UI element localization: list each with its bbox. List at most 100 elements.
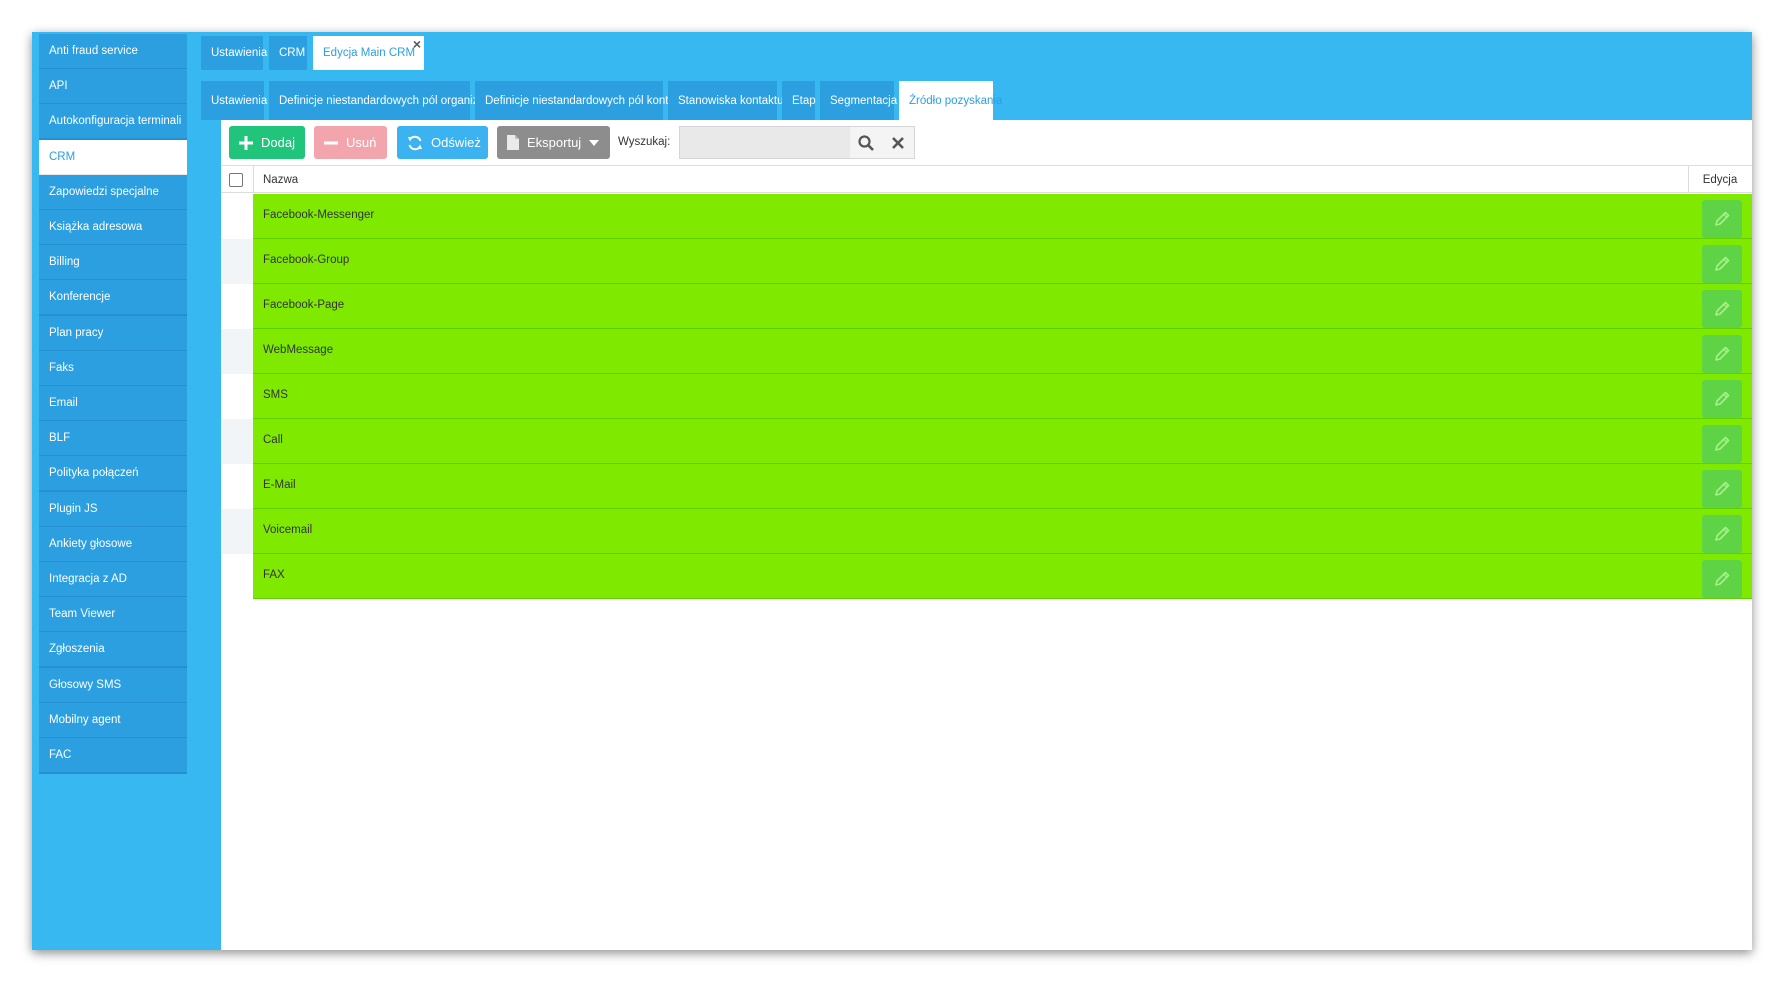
sidebar-item-billing[interactable]: Billing [39,245,187,282]
sub-tab-stanowiska-kontaktu[interactable]: Stanowiska kontaktu [668,81,783,120]
sidebar-item-label: Zapowiedzi specjalne [49,185,159,198]
table-row[interactable]: WebMessage [221,329,1752,374]
sidebar-item-label: Plugin JS [49,502,98,515]
sidebar-item-ksiazka-adresowa[interactable]: Książka adresowa [39,210,187,246]
pencil-icon [1713,390,1731,408]
export-button[interactable]: Eksportuj [497,126,610,159]
sidebar-item-plan-pracy[interactable]: Plan pracy [39,315,187,352]
sidebar-item-label: Email [49,397,78,409]
table-row[interactable]: Voicemail [221,509,1752,554]
sidebar-item-label: Ankiety głosowe [49,537,133,550]
row-name: SMS [263,389,288,401]
tab-label: Ustawienia [211,94,268,107]
close-tab-icon[interactable]: × [413,37,421,51]
table-row[interactable]: Call [221,419,1752,464]
edit-row-button[interactable] [1702,425,1742,463]
close-icon [892,136,904,149]
row-name: FAX [263,569,285,581]
minus-icon [324,136,338,150]
row-cell [253,194,1752,239]
table-row[interactable]: Facebook-Page [221,284,1752,329]
top-tab-crm[interactable]: CRM [269,36,307,70]
table-row[interactable]: E-Mail [221,464,1752,509]
sidebar-item-autokonfiguracja-terminali[interactable]: Autokonfiguracja terminali [39,104,187,141]
search-icon [858,134,874,151]
sidebar-item-api[interactable]: API [39,69,187,106]
row-cell [253,374,1752,419]
table-row[interactable]: FAX [221,554,1752,599]
row-name: Voicemail [263,524,313,536]
sidebar-item-label: Plan pracy [49,326,104,339]
row-name: WebMessage [263,344,334,356]
table-row[interactable]: SMS [221,374,1752,419]
table-header: Nazwa Edycja [221,165,1752,193]
delete-button[interactable]: Usuń [314,126,387,159]
sidebar-item-zgloszenia[interactable]: Zgłoszenia [39,632,187,669]
pencil-icon [1713,525,1731,543]
pencil-icon [1713,435,1731,453]
sidebar-item-crm[interactable]: CRM [39,139,187,176]
search-box [679,126,915,159]
edit-row-button[interactable] [1702,200,1742,238]
sidebar-item-blf[interactable]: BLF [39,421,187,458]
sub-tab-ustawienia[interactable]: Ustawienia [201,81,268,120]
select-all-checkbox[interactable] [229,173,243,187]
edit-row-button[interactable] [1702,470,1742,508]
sidebar-item-label: Mobilny agent [49,713,121,726]
sidebar-item-konferencje[interactable]: Konferencje [39,280,187,317]
sidebar-item-zapowiedzi-specjalne[interactable]: Zapowiedzi specjalne [39,174,187,211]
tab-label: Stanowiska kontaktu [678,94,784,107]
row-name: Facebook-Page [263,299,345,311]
row-name: Facebook-Group [263,254,350,266]
tab-label: Etap [792,94,816,107]
sub-tab-zrodlo-pozyskania[interactable]: Źródło pozyskania [899,81,1002,120]
sidebar-item-fac[interactable]: FAC [39,738,187,774]
sidebar-item-glosowy-sms[interactable]: Głosowy SMS [39,667,187,704]
tab-label: Źródło pozyskania [909,94,1003,107]
column-header-name[interactable]: Nazwa [263,174,298,186]
search-label: Wyszukaj: [618,136,671,148]
clear-search-button[interactable] [882,127,914,158]
edit-row-button[interactable] [1702,335,1742,373]
sub-tab-definicje-niestandardowych-pol-kontaktu[interactable]: Definicje niestandardowych pól kontaktu [475,81,690,120]
row-cell [253,329,1752,374]
sub-tab-definicje-niestandardowych-pol-organizacji[interactable]: Definicje niestandardowych pól organizac… [269,81,496,120]
sidebar-item-label: Książka adresowa [49,221,143,233]
search-button[interactable] [850,127,882,158]
sidebar-item-integracja-z-ad[interactable]: Integracja z AD [39,562,187,598]
tab-label: Segmentacja [830,94,898,107]
edit-row-button[interactable] [1702,560,1742,598]
row-gutter [221,284,253,329]
tab-label: Ustawienia [211,47,268,59]
add-button[interactable]: Dodaj [229,126,305,159]
sidebar-item-anti-fraud-service[interactable]: Anti fraud service [39,34,187,70]
row-name: E-Mail [263,479,296,491]
pencil-icon [1713,345,1731,363]
sidebar-item-email[interactable]: Email [39,386,187,422]
table-row[interactable]: Facebook-Group [221,239,1752,284]
sidebar-item-team-viewer[interactable]: Team Viewer [39,597,187,634]
edit-row-button[interactable] [1702,515,1742,553]
sidebar-item-polityka-polaczen[interactable]: Polityka połączeń [39,456,187,493]
sub-tab-segmentacja[interactable]: Segmentacja [820,81,898,120]
refresh-button-label: Odśwież [431,135,481,150]
edit-row-button[interactable] [1702,290,1742,328]
refresh-button[interactable]: Odśwież [397,126,488,159]
row-gutter [221,509,253,554]
sidebar-item-ankiety-glosowe[interactable]: Ankiety głosowe [39,526,187,563]
plus-icon [239,135,253,150]
edit-row-button[interactable] [1702,245,1742,283]
sidebar-item-mobilny-agent[interactable]: Mobilny agent [39,702,187,739]
top-tab-ustawienia[interactable]: Ustawienia [201,36,267,70]
top-tab-edycja-main-crm[interactable]: Edycja Main CRM × [313,36,424,70]
sidebar-item-faks[interactable]: Faks [39,350,187,387]
table-row[interactable]: Facebook-Messenger [221,194,1752,239]
search-input[interactable] [680,127,850,158]
sidebar-item-label: Konferencje [49,291,111,304]
sidebar-item-plugin-js[interactable]: Plugin JS [39,491,187,528]
edit-row-button[interactable] [1702,380,1742,418]
sub-tab-etap[interactable]: Etap [782,81,816,120]
tab-label: Definicje niestandardowych pól kontaktu [485,94,691,107]
refresh-icon [407,135,423,151]
sidebar-item-label: Team Viewer [49,608,116,621]
